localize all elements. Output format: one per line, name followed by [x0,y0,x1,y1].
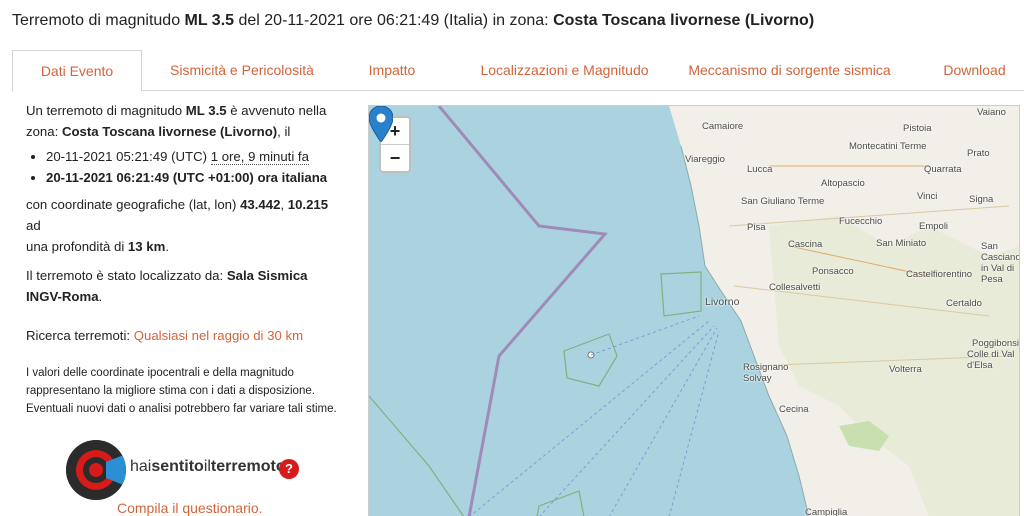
hst-word-a: hai [130,458,152,475]
tab-download[interactable]: Download [937,50,1012,90]
title-magnitude: ML 3.5 [184,12,235,29]
haisentito-text: haisentitoilterremoto [130,458,286,476]
local-time-item: 20-11-2021 06:21:49 (UTC +01:00) ora ita… [46,167,346,188]
search-text: Ricerca terremoti: Qualsiasi nel raggio … [26,325,346,346]
map-label-empoli: Empoli [919,221,949,232]
time-ago: 1 ore, 9 minuti fa [210,149,309,165]
map-label-ponsacco: Ponsacco [812,266,854,277]
disclaimer-line-2: rappresentano la migliore stima con i da… [26,385,315,397]
intro-text: Un terremoto di magnitudo ML 3.5 è avven… [26,100,346,142]
summary-zone: Costa Toscana livornese (Livorno) [61,124,278,139]
map-label-pisa: Pisa [747,222,766,233]
depth-prefix: una profondità di [26,239,128,254]
coords-sep: , [280,197,288,212]
zone-prefix: zona: [26,124,62,139]
map-label-signa: Signa [969,194,994,205]
tab-sismicita[interactable]: Sismicità e Pericolosità [167,50,317,90]
haisentito-banner[interactable]: haisentitoilterremoto ? [66,440,306,502]
search-label: Ricerca terremoti: [26,328,134,343]
map-label-camaiore: Camaiore [702,121,744,132]
tab-dati-evento[interactable]: Dati Evento [12,50,142,92]
hst-word-d: terremoto [210,458,286,475]
map-label-cascina: Cascina [788,239,823,250]
coords-prefix: con coordinate geografiche (lat, lon) [26,197,241,212]
map-label-lucca: Lucca [747,164,773,175]
map-label-pistoia: Pistoia [903,123,932,134]
map-label-volterra: Volterra [889,364,922,375]
coords-suffix: ad [26,218,41,233]
map-label-colle-val-elsa: Colle di Val d'Elsa [967,349,1015,371]
map-label-castelfiorentino: Castelfiorentino [906,269,973,280]
questionnaire-link[interactable]: Compila il questionario. [117,500,263,516]
map-canvas[interactable] [369,106,1020,516]
title-zone: Costa Toscana livornese (Livorno) [553,12,815,29]
title-prefix: Terremoto di magnitudo [12,12,185,29]
map-label-quarrata: Quarrata [924,164,962,175]
map-label-cecina: Cecina [779,404,809,415]
depth-suffix: . [165,239,169,254]
tab-meccanismo[interactable]: Meccanismo di sorgente sismica [687,50,892,90]
event-map[interactable]: + − Camaiore Pistoia Viareggio Montecati… [368,105,1020,516]
utc-time-item: 20-11-2021 05:21:49 (UTC) 1 ore, 9 minut… [46,146,346,167]
map-label-altopascio: Altopascio [821,178,865,189]
coordinates-text: con coordinate geografiche (lat, lon) 43… [26,194,346,257]
page-title: Terremoto di magnitudo ML 3.5 del 20-11-… [12,12,814,30]
map-label-campiglia: Campiglia [805,507,848,516]
map-label-vinci: Vinci [917,191,938,202]
zoom-out-button[interactable]: − [381,144,409,171]
longitude: 10.215 [287,197,329,212]
intro-prefix: Un terremoto di magnitudo [26,103,186,118]
map-label-viareggio: Viareggio [685,154,725,165]
summary-magnitude: ML 3.5 [185,103,227,118]
depth: 13 km [127,239,166,254]
search-radius-link[interactable]: Qualsiasi nel raggio di 30 km [134,328,303,343]
map-label-fucecchio: Fucecchio [839,216,883,227]
zone-suffix: , il [277,124,291,139]
tab-impatto[interactable]: Impatto [352,50,432,90]
map-label-san-giuliano: San Giuliano Terme [741,196,825,207]
tab-bar: Dati Evento Sismicità e Pericolosità Imp… [12,50,1024,92]
map-label-poggibonsi: Poggibonsi [972,338,1020,349]
map-label-prato: Prato [967,148,990,159]
haisentito-logo-icon [66,440,126,500]
map-label-san-miniato: San Miniato [876,238,927,249]
map-label-rosignano: Rosignano Solvay [743,362,789,384]
intro-suffix: è avvenuto nella [226,103,327,118]
latitude: 43.442 [240,197,281,212]
help-icon[interactable]: ? [279,459,299,479]
located-prefix: Il terremoto è stato localizzato da: [26,268,227,283]
map-label-san-casciano: San Casciano in Val di Pesa [981,241,1020,285]
located-suffix: . [98,289,103,304]
title-date: del 20-11-2021 ore 06:21:49 (Italia) in … [234,12,554,29]
disclaimer: I valori delle coordinate ipocentrali e … [26,364,346,418]
map-label-montecatini: Montecatini Terme [849,141,927,152]
tab-localizzazioni[interactable]: Localizzazioni e Magnitudo [472,50,657,90]
local-time: 20-11-2021 06:21:49 (UTC +01:00) ora ita… [46,170,328,185]
event-summary: Un terremoto di magnitudo ML 3.5 è avven… [26,100,346,418]
hst-word-b: sentito [151,458,204,475]
epicenter-marker-icon[interactable] [369,106,393,142]
hst-word-c: il [203,458,211,475]
map-label-vaiano: Vaiano [977,107,1006,118]
time-list: 20-11-2021 05:21:49 (UTC) 1 ore, 9 minut… [26,146,346,188]
map-label-certaldo: Certaldo [946,298,982,309]
map-label-collesalvetti: Collesalvetti [769,282,821,293]
utc-time: 20-11-2021 05:21:49 (UTC) [46,149,211,164]
located-by-text: Il terremoto è stato localizzato da: Sal… [26,265,346,307]
map-label-livorno: Livorno [705,296,740,308]
disclaimer-line-1: I valori delle coordinate ipocentrali e … [26,367,294,379]
disclaimer-line-3: Eventuali nuovi dati o analisi potrebber… [26,403,337,415]
